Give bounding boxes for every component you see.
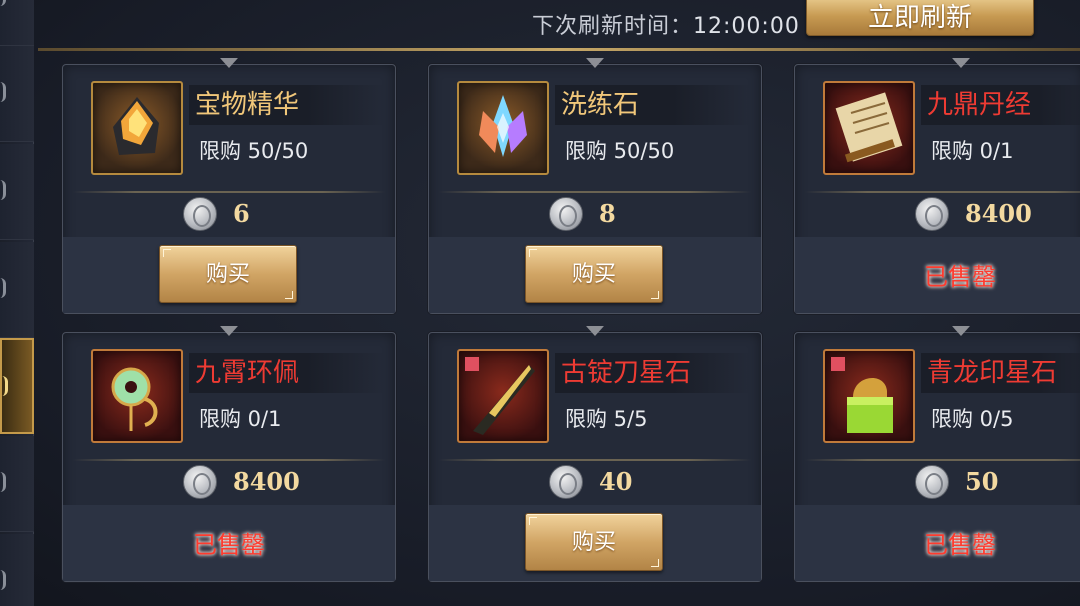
card-notch	[586, 58, 604, 68]
item-name: 古锭刀星石	[555, 353, 751, 393]
buy-label: 购买	[571, 530, 616, 555]
silver-coin-icon	[549, 465, 583, 499]
button-corner-ornament	[529, 249, 537, 257]
tab-glyph-icon	[0, 82, 6, 102]
purchase-limit: 限购 0/1	[931, 139, 1014, 163]
item-price: 8400	[965, 199, 1032, 228]
purchase-limit: 限购 5/5	[565, 407, 648, 431]
refresh-timer: 下次刷新时间：12:00:00	[532, 8, 800, 40]
item-name: 洗练石	[555, 85, 751, 125]
tab-glyph-icon	[0, 0, 6, 6]
divider	[805, 191, 1080, 193]
blade-star-stone-icon[interactable]	[457, 349, 549, 443]
button-corner-ornament	[163, 249, 171, 257]
item-price: 6	[233, 199, 250, 228]
sidebar-tab[interactable]	[0, 534, 34, 606]
purchase-limit: 限购 0/5	[931, 407, 1014, 431]
divider	[439, 459, 751, 461]
shop-item-card: 青龙印星石 限购 0/5 50 已售罄	[794, 326, 1080, 582]
header-divider	[38, 48, 1080, 51]
refining-stone-crystal-icon[interactable]	[457, 81, 549, 175]
purchase-limit: 限购 50/50	[565, 139, 675, 163]
tab-glyph-icon	[0, 278, 6, 298]
category-sidebar	[0, 0, 34, 606]
silver-coin-icon	[549, 197, 583, 231]
silver-coin-icon	[915, 465, 949, 499]
shop-item-card: 古锭刀星石 限购 5/5 40 购买	[428, 326, 762, 582]
jade-pendant-icon[interactable]	[91, 349, 183, 443]
card-notch	[586, 326, 604, 336]
buy-label: 购买	[571, 262, 616, 287]
divider	[73, 459, 385, 461]
tab-glyph-icon	[0, 570, 6, 590]
buy-button[interactable]: 购买	[525, 245, 663, 303]
item-price: 50	[965, 467, 999, 496]
sidebar-tab[interactable]	[0, 0, 34, 46]
card-action-area: 购买	[429, 237, 761, 313]
sidebar-tab-active[interactable]	[0, 338, 34, 434]
tab-glyph-icon	[0, 472, 6, 492]
item-price: 8	[599, 199, 616, 228]
sold-out-label: 已售罄	[924, 263, 996, 291]
button-corner-ornament	[651, 559, 659, 567]
divider	[805, 459, 1080, 461]
shop-screen: 下次刷新时间：12:00:00 立即刷新 宝物精华 限购 50/50 6 购买	[0, 0, 1080, 606]
item-name: 九鼎丹经	[921, 85, 1080, 125]
item-name: 青龙印星石	[921, 353, 1080, 393]
shop-header: 下次刷新时间：12:00:00 立即刷新	[34, 0, 1080, 52]
tab-glyph-icon	[0, 180, 6, 200]
button-corner-ornament	[529, 517, 537, 525]
sold-out-label: 已售罄	[193, 531, 265, 559]
refresh-now-button[interactable]: 立即刷新	[806, 0, 1034, 36]
buy-button[interactable]: 购买	[525, 513, 663, 571]
sold-out-label: 已售罄	[924, 531, 996, 559]
card-action-area: 购买	[63, 237, 395, 313]
refresh-time: 12:00:00	[693, 14, 800, 39]
shop-item-card: 九鼎丹经 限购 0/1 8400 已售罄	[794, 58, 1080, 314]
card-notch	[220, 58, 238, 68]
shop-item-card: 九霄环佩 限购 0/1 8400 已售罄	[62, 326, 396, 582]
silver-coin-icon	[183, 197, 217, 231]
tab-glyph-icon	[0, 376, 8, 396]
buy-button[interactable]: 购买	[159, 245, 297, 303]
card-notch	[220, 326, 238, 336]
buy-label: 购买	[205, 262, 250, 287]
card-notch	[952, 58, 970, 68]
item-price: 8400	[233, 467, 300, 496]
card-action-area: 已售罄	[795, 505, 1080, 581]
card-action-area: 已售罄	[795, 237, 1080, 313]
divider	[73, 191, 385, 193]
card-action-area: 已售罄	[63, 505, 395, 581]
divider	[439, 191, 751, 193]
silver-coin-icon	[915, 197, 949, 231]
sidebar-tab[interactable]	[0, 436, 34, 532]
shop-item-card: 洗练石 限购 50/50 8 购买	[428, 58, 762, 314]
refresh-label: 下次刷新时间：	[532, 14, 694, 39]
item-name: 宝物精华	[189, 85, 385, 125]
item-name: 九霄环佩	[189, 353, 385, 393]
purchase-limit: 限购 50/50	[199, 139, 309, 163]
card-notch	[952, 326, 970, 336]
button-corner-ornament	[285, 291, 293, 299]
card-action-area: 购买	[429, 505, 761, 581]
item-price: 40	[599, 467, 633, 496]
sidebar-tab[interactable]	[0, 144, 34, 240]
purchase-limit: 限购 0/1	[199, 407, 282, 431]
silver-coin-icon	[183, 465, 217, 499]
sidebar-tab[interactable]	[0, 46, 34, 142]
button-corner-ornament	[651, 291, 659, 299]
treasure-essence-icon[interactable]	[91, 81, 183, 175]
scroll-icon[interactable]	[823, 81, 915, 175]
dragon-seal-star-stone-icon[interactable]	[823, 349, 915, 443]
sidebar-tab[interactable]	[0, 242, 34, 338]
shop-item-card: 宝物精华 限购 50/50 6 购买	[62, 58, 396, 314]
